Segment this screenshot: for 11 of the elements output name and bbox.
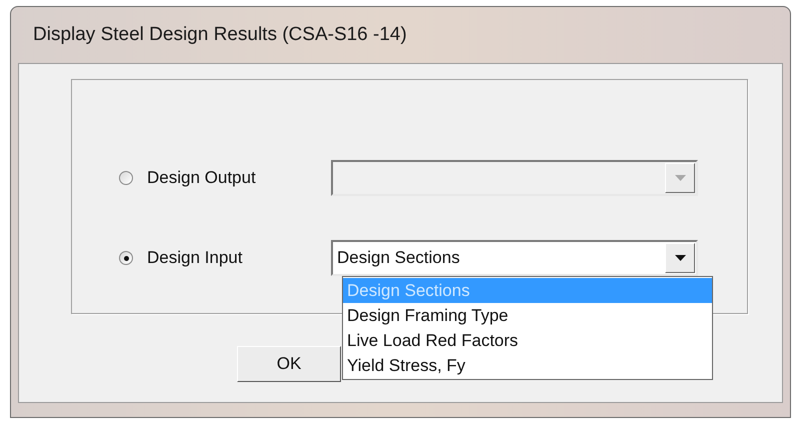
window-title: Display Steel Design Results (CSA-S16 -14) bbox=[33, 22, 407, 47]
dropdown-arrow-button[interactable] bbox=[665, 243, 695, 273]
dropdown-field[interactable]: Design Sections bbox=[331, 240, 698, 276]
radio-button[interactable] bbox=[119, 171, 133, 185]
option-label: Design Output bbox=[147, 167, 257, 190]
radio-button[interactable] bbox=[119, 251, 133, 265]
ok-button[interactable]: OK bbox=[237, 346, 341, 382]
option-label: Design Input bbox=[147, 247, 244, 270]
caret-icon bbox=[674, 255, 686, 261]
caret-icon bbox=[674, 175, 686, 181]
dropdown-value: Design Sections bbox=[336, 247, 461, 270]
